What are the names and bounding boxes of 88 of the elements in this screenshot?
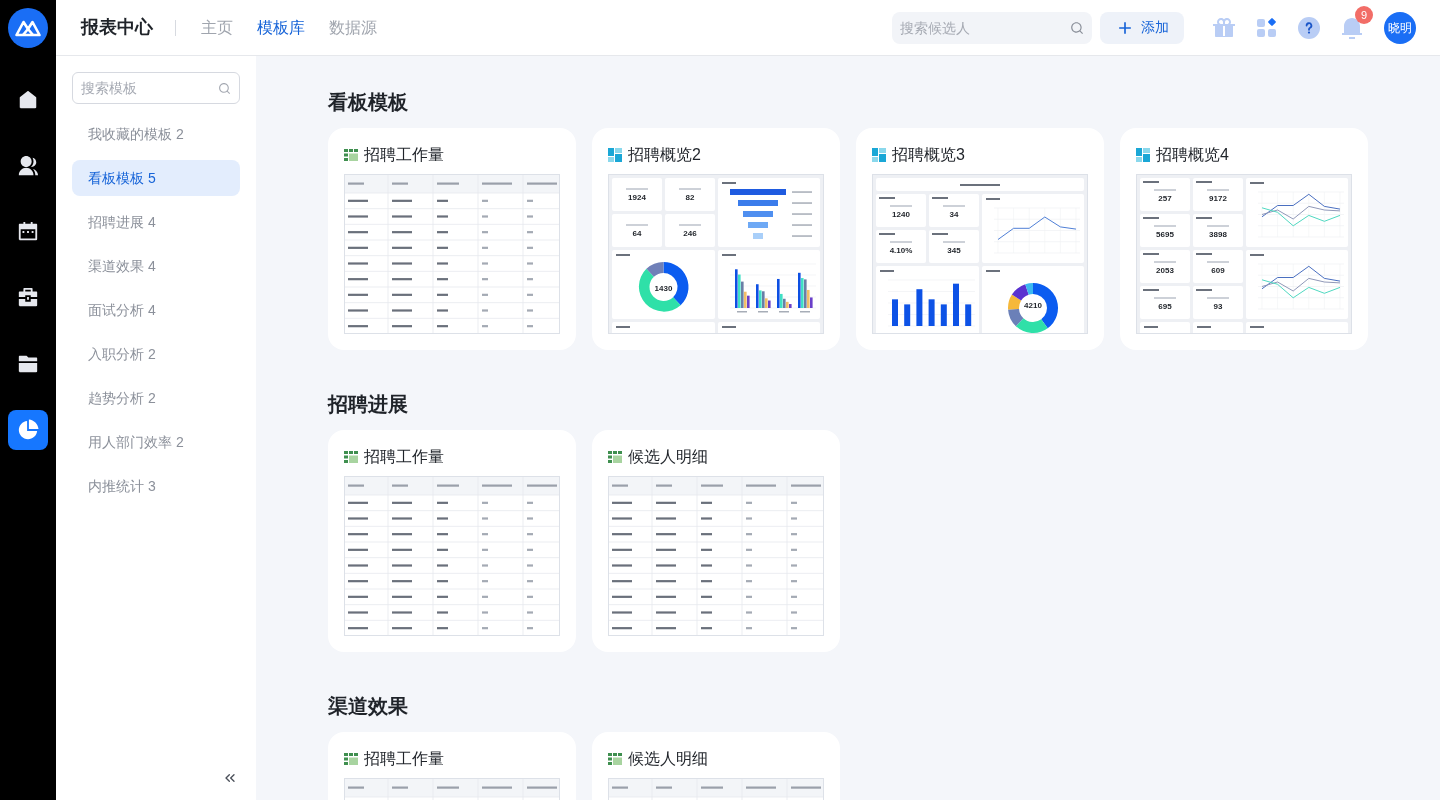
kpi-value: 64 (632, 228, 642, 238)
chart-bar (928, 299, 935, 326)
table-grid-icon (608, 451, 622, 463)
pie-chart-icon (17, 419, 39, 441)
card-title: 招聘概览3 (892, 145, 965, 165)
template-card[interactable]: 候选人明细 (592, 430, 840, 652)
briefcase-icon (17, 287, 39, 309)
chart-bar (916, 289, 923, 326)
card-title: 招聘工作量 (364, 145, 444, 165)
kpi-value: 4.10% (889, 245, 913, 255)
nav-tab[interactable]: 模板库 (257, 15, 305, 40)
table-grid-icon (344, 149, 358, 161)
template-category-item[interactable]: 入职分析 2 (72, 336, 240, 372)
table-grid-icon (344, 753, 358, 765)
kpi-value: 1240 (892, 209, 910, 219)
template-card[interactable]: 招聘概览4 257 9172 5695 3898 2053 609 695 93 (1120, 128, 1368, 350)
donut-total: 4210 (1024, 300, 1042, 309)
kpi-value: 5695 (1156, 229, 1174, 239)
table-grid-icon (344, 451, 358, 463)
template-search-field[interactable]: 搜索模板 (72, 72, 240, 104)
funnel-bar (743, 211, 773, 217)
dashboard-tiles-icon (1136, 148, 1150, 162)
template-card[interactable]: 招聘概览3 1240 34 4.10% 345 4210 (856, 128, 1104, 350)
template-card[interactable]: 招聘工作量 (328, 430, 576, 652)
calendar-icon (17, 221, 39, 243)
search-icon (1070, 20, 1084, 35)
template-category-item[interactable]: 内推统计 3 (72, 468, 240, 504)
chart-bar (904, 304, 911, 326)
kpi-value: 1924 (628, 192, 646, 202)
kpi-value: 93 (1213, 301, 1223, 311)
nav-tab[interactable]: 主页 (201, 15, 233, 40)
dashboard-tiles-icon (872, 148, 886, 162)
kpi-value: 2053 (1156, 265, 1174, 275)
kpi-value: 9172 (1209, 193, 1227, 203)
template-category-item[interactable]: 趋势分析 2 (72, 380, 240, 416)
donut-total: 1430 (654, 283, 673, 293)
template-category-item[interactable]: 看板模板 5 (72, 160, 240, 196)
section-title: 渠道效果 (328, 694, 409, 719)
folder-icon (17, 353, 39, 375)
nav-tab[interactable]: 数据源 (329, 15, 377, 40)
template-card[interactable]: 招聘工作量 (328, 732, 576, 800)
kpi-value: 695 (1158, 301, 1172, 311)
kpi-value: 246 (683, 228, 697, 238)
search-icon (218, 82, 231, 95)
dashboard-tiles-icon (608, 148, 622, 162)
users-icon (17, 155, 39, 177)
template-card[interactable]: 招聘工作量 (328, 128, 576, 350)
chart-bar (953, 283, 959, 326)
donut-slice (1008, 294, 1022, 310)
card-title: 候选人明细 (628, 749, 708, 769)
template-category-item[interactable]: 面试分析 4 (72, 292, 240, 328)
section-title: 看板模板 (328, 90, 409, 115)
template-card[interactable]: 候选人明细 (592, 732, 840, 800)
funnel-bar (730, 189, 786, 195)
template-category-item[interactable]: 招聘进展 4 (72, 204, 240, 240)
table-grid-icon (608, 753, 622, 765)
template-category-item[interactable]: 渠道效果 4 (72, 248, 240, 284)
add-button[interactable]: 添加 (1100, 11, 1184, 44)
apps-icon[interactable] (1256, 16, 1278, 39)
rail-nav-button[interactable] (8, 410, 48, 450)
notification-badge: 9 (1355, 5, 1373, 24)
home-icon (17, 89, 39, 111)
user-avatar[interactable]: 晓明 (1384, 11, 1416, 44)
kpi-value: 609 (1211, 265, 1225, 275)
card-title: 候选人明细 (628, 447, 708, 467)
card-title: 招聘概览4 (1156, 145, 1229, 165)
chart-bar (940, 304, 947, 326)
kpi-value: 3898 (1209, 229, 1227, 239)
kpi-value: 257 (1158, 193, 1172, 203)
funnel-bar (738, 200, 778, 206)
logo-icon[interactable] (8, 8, 48, 48)
chart-bar (965, 304, 972, 326)
card-title: 招聘工作量 (364, 447, 444, 467)
template-card[interactable]: 招聘概览2 1924 82 64 246 1430 (592, 128, 840, 350)
section-title: 招聘进展 (328, 392, 409, 417)
kpi-value: 82 (685, 192, 695, 202)
kpi-value: 345 (947, 245, 961, 255)
card-title: 招聘概览2 (628, 145, 701, 165)
help-icon[interactable] (1298, 16, 1320, 39)
candidate-search-field[interactable]: 搜索候选人 (892, 11, 1092, 44)
template-category-item[interactable]: 用人部门效率 2 (72, 424, 240, 460)
app-title: 报表中心 (81, 16, 153, 39)
funnel-bar (748, 222, 768, 228)
template-category-item[interactable]: 我收藏的模板 2 (72, 116, 240, 152)
card-title: 招聘工作量 (364, 749, 444, 769)
kpi-value: 34 (949, 209, 959, 219)
funnel-bar (753, 233, 763, 239)
chart-bar (892, 299, 898, 326)
